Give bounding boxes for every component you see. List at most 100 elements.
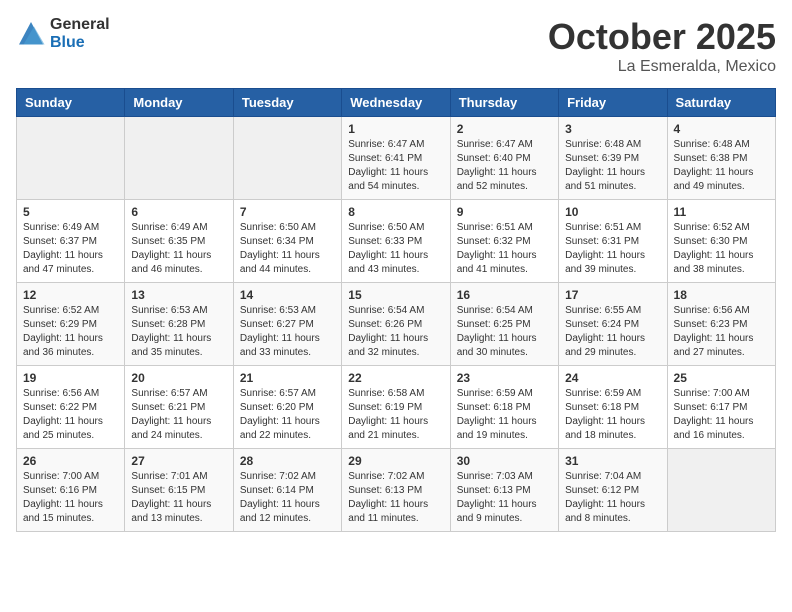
day-info: Sunrise: 7:00 AM Sunset: 6:17 PM Dayligh…: [674, 387, 769, 443]
title-area: October 2025 La Esmeralda, Mexico: [548, 16, 776, 76]
calendar-cell: 23Sunrise: 6:59 AM Sunset: 6:18 PM Dayli…: [450, 366, 558, 449]
day-number: 9: [457, 205, 552, 219]
calendar-location: La Esmeralda, Mexico: [548, 58, 776, 76]
day-info: Sunrise: 6:50 AM Sunset: 6:34 PM Dayligh…: [240, 221, 335, 277]
day-info: Sunrise: 6:53 AM Sunset: 6:27 PM Dayligh…: [240, 304, 335, 360]
day-info: Sunrise: 6:57 AM Sunset: 6:21 PM Dayligh…: [131, 387, 226, 443]
calendar-cell: 4Sunrise: 6:48 AM Sunset: 6:38 PM Daylig…: [667, 117, 775, 200]
logo-text: General Blue: [50, 16, 110, 51]
day-info: Sunrise: 7:03 AM Sunset: 6:13 PM Dayligh…: [457, 470, 552, 526]
day-info: Sunrise: 6:54 AM Sunset: 6:26 PM Dayligh…: [348, 304, 443, 360]
day-number: 6: [131, 205, 226, 219]
day-number: 20: [131, 371, 226, 385]
calendar-cell: 26 Sunrise: 7:00 AM Sunset: 6:16 PM Dayli…: [17, 449, 125, 532]
day-number: 3: [565, 122, 660, 136]
weekday-header-saturday: Saturday: [667, 89, 775, 117]
day-info: Sunrise: 6:57 AM Sunset: 6:20 PM Dayligh…: [240, 387, 335, 443]
calendar-table: SundayMondayTuesdayWednesdayThursdayFrid…: [16, 88, 776, 532]
day-info: Sunrise: 6:47 AM Sunset: 6:41 PM Dayligh…: [348, 138, 443, 194]
day-info: Sunrise: 7:00 AM Sunset: 6:16 PM Dayligh…: [23, 470, 118, 526]
calendar-cell: 22Sunrise: 6:58 AM Sunset: 6:19 PM Dayli…: [342, 366, 450, 449]
calendar-cell: [667, 449, 775, 532]
calendar-cell: 17 Sunrise: 6:55 AM Sunset: 6:24 PM Dayli…: [559, 283, 667, 366]
day-number: 2: [457, 122, 552, 136]
calendar-cell: 31 Sunrise: 7:04 AM Sunset: 6:12 PM Dayli…: [559, 449, 667, 532]
day-info: Sunrise: 7:04 AM Sunset: 6:12 PM Dayligh…: [565, 470, 660, 526]
calendar-cell: [233, 117, 341, 200]
calendar-cell: 19 Sunrise: 6:56 AM Sunset: 6:22 PM Dayli…: [17, 366, 125, 449]
logo-blue-text: Blue: [50, 34, 110, 52]
calendar-cell: 16 Sunrise: 6:54 AM Sunset: 6:25 PM Dayli…: [450, 283, 558, 366]
day-number: 29: [348, 454, 443, 468]
day-number: 10: [565, 205, 660, 219]
calendar-cell: 14 Sunrise: 6:53 AM Sunset: 6:27 PM Dayli…: [233, 283, 341, 366]
weekday-header-row: SundayMondayTuesdayWednesdayThursdayFrid…: [17, 89, 776, 117]
weekday-header-monday: Monday: [125, 89, 233, 117]
calendar-cell: 11 Sunrise: 6:52 AM Sunset: 6:30 PM Dayli…: [667, 200, 775, 283]
day-number: 26: [23, 454, 118, 468]
day-info: Sunrise: 6:51 AM Sunset: 6:31 PM Dayligh…: [565, 221, 660, 277]
day-info: Sunrise: 6:59 AM Sunset: 6:18 PM Dayligh…: [565, 387, 660, 443]
day-info: Sunrise: 6:56 AM Sunset: 6:23 PM Dayligh…: [674, 304, 769, 360]
calendar-cell: 28Sunrise: 7:02 AM Sunset: 6:14 PM Dayli…: [233, 449, 341, 532]
week-row-2: 5Sunrise: 6:49 AM Sunset: 6:37 PM Daylig…: [17, 200, 776, 283]
logo: General Blue: [16, 16, 110, 51]
day-number: 23: [457, 371, 552, 385]
calendar-cell: 24 Sunrise: 6:59 AM Sunset: 6:18 PM Dayli…: [559, 366, 667, 449]
day-info: Sunrise: 6:49 AM Sunset: 6:35 PM Dayligh…: [131, 221, 226, 277]
day-number: 25: [674, 371, 769, 385]
day-number: 17: [565, 288, 660, 302]
calendar-cell: 12Sunrise: 6:52 AM Sunset: 6:29 PM Dayli…: [17, 283, 125, 366]
calendar-cell: 20 Sunrise: 6:57 AM Sunset: 6:21 PM Dayli…: [125, 366, 233, 449]
day-info: Sunrise: 6:56 AM Sunset: 6:22 PM Dayligh…: [23, 387, 118, 443]
calendar-cell: 18Sunrise: 6:56 AM Sunset: 6:23 PM Dayli…: [667, 283, 775, 366]
day-number: 5: [23, 205, 118, 219]
week-row-3: 12Sunrise: 6:52 AM Sunset: 6:29 PM Dayli…: [17, 283, 776, 366]
weekday-header-sunday: Sunday: [17, 89, 125, 117]
calendar-cell: 27Sunrise: 7:01 AM Sunset: 6:15 PM Dayli…: [125, 449, 233, 532]
day-info: Sunrise: 6:54 AM Sunset: 6:25 PM Dayligh…: [457, 304, 552, 360]
day-number: 8: [348, 205, 443, 219]
day-number: 31: [565, 454, 660, 468]
day-number: 19: [23, 371, 118, 385]
day-number: 13: [131, 288, 226, 302]
calendar-cell: 7 Sunrise: 6:50 AM Sunset: 6:34 PM Daylig…: [233, 200, 341, 283]
day-info: Sunrise: 6:47 AM Sunset: 6:40 PM Dayligh…: [457, 138, 552, 194]
day-info: Sunrise: 7:02 AM Sunset: 6:13 PM Dayligh…: [348, 470, 443, 526]
weekday-header-wednesday: Wednesday: [342, 89, 450, 117]
calendar-cell: 25 Sunrise: 7:00 AM Sunset: 6:17 PM Dayli…: [667, 366, 775, 449]
calendar-cell: [17, 117, 125, 200]
day-info: Sunrise: 6:50 AM Sunset: 6:33 PM Dayligh…: [348, 221, 443, 277]
day-number: 15: [348, 288, 443, 302]
calendar-cell: 21Sunrise: 6:57 AM Sunset: 6:20 PM Dayli…: [233, 366, 341, 449]
calendar-cell: 10 Sunrise: 6:51 AM Sunset: 6:31 PM Dayli…: [559, 200, 667, 283]
calendar-cell: 30Sunrise: 7:03 AM Sunset: 6:13 PM Dayli…: [450, 449, 558, 532]
week-row-1: 1Sunrise: 6:47 AM Sunset: 6:41 PM Daylig…: [17, 117, 776, 200]
day-number: 24: [565, 371, 660, 385]
logo-general-text: General: [50, 16, 110, 34]
calendar-cell: 5Sunrise: 6:49 AM Sunset: 6:37 PM Daylig…: [17, 200, 125, 283]
day-number: 7: [240, 205, 335, 219]
week-row-4: 19 Sunrise: 6:56 AM Sunset: 6:22 PM Dayli…: [17, 366, 776, 449]
day-number: 27: [131, 454, 226, 468]
calendar-cell: 8 Sunrise: 6:50 AM Sunset: 6:33 PM Daylig…: [342, 200, 450, 283]
logo-icon: [16, 19, 46, 49]
calendar-cell: 6 Sunrise: 6:49 AM Sunset: 6:35 PM Daylig…: [125, 200, 233, 283]
weekday-header-friday: Friday: [559, 89, 667, 117]
header: General Blue October 2025 La Esmeralda, …: [16, 16, 776, 76]
calendar-cell: [125, 117, 233, 200]
calendar-title: October 2025: [548, 16, 776, 58]
weekday-header-thursday: Thursday: [450, 89, 558, 117]
day-info: Sunrise: 6:48 AM Sunset: 6:38 PM Dayligh…: [674, 138, 769, 194]
day-number: 16: [457, 288, 552, 302]
day-number: 12: [23, 288, 118, 302]
calendar-cell: 2 Sunrise: 6:47 AM Sunset: 6:40 PM Daylig…: [450, 117, 558, 200]
calendar-cell: 15 Sunrise: 6:54 AM Sunset: 6:26 PM Dayli…: [342, 283, 450, 366]
day-info: Sunrise: 6:52 AM Sunset: 6:30 PM Dayligh…: [674, 221, 769, 277]
day-info: Sunrise: 6:58 AM Sunset: 6:19 PM Dayligh…: [348, 387, 443, 443]
day-info: Sunrise: 6:51 AM Sunset: 6:32 PM Dayligh…: [457, 221, 552, 277]
day-number: 11: [674, 205, 769, 219]
day-info: Sunrise: 7:02 AM Sunset: 6:14 PM Dayligh…: [240, 470, 335, 526]
day-number: 14: [240, 288, 335, 302]
day-info: Sunrise: 6:55 AM Sunset: 6:24 PM Dayligh…: [565, 304, 660, 360]
